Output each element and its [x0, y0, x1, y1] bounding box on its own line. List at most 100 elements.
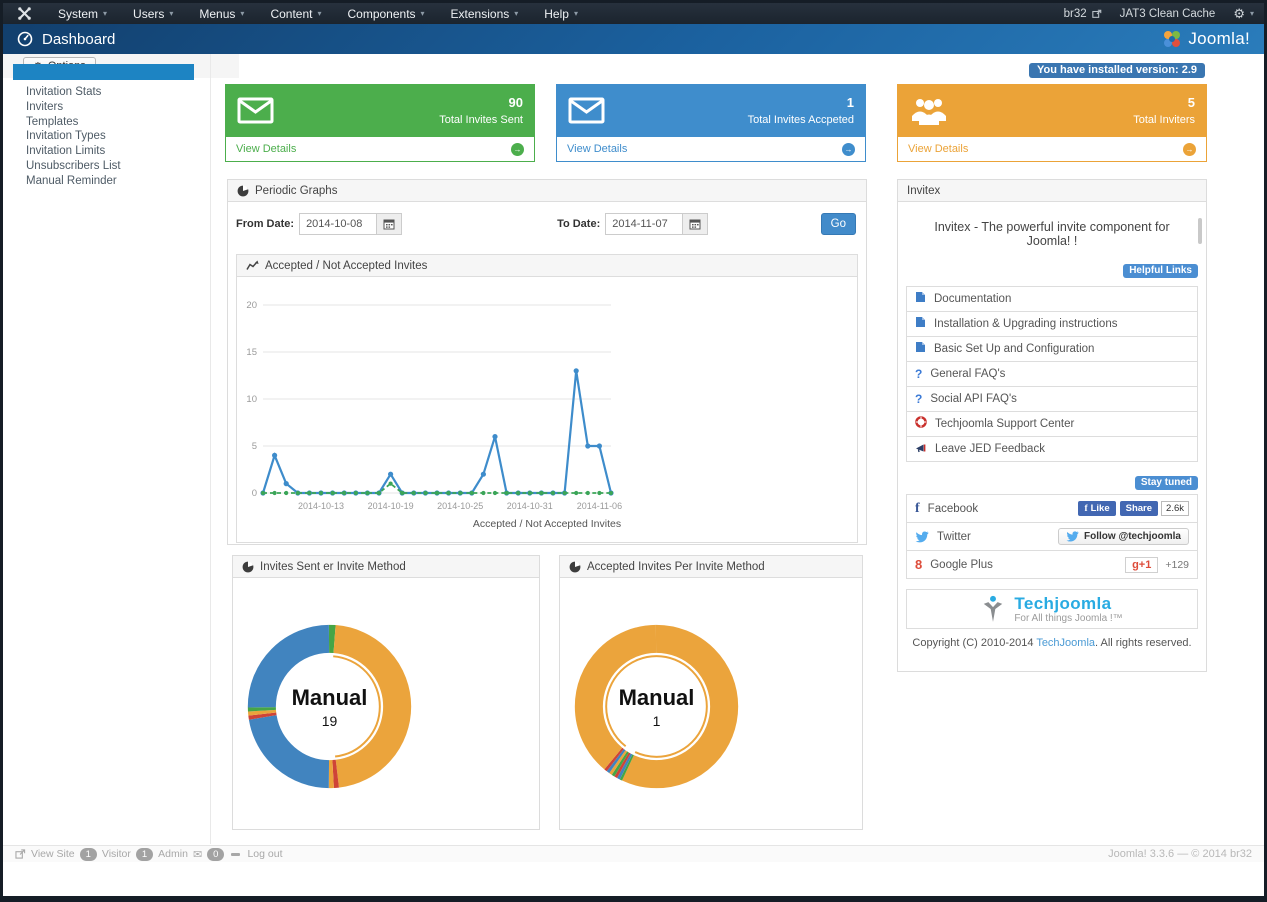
arrow-circle-icon: →	[511, 143, 524, 156]
chart-header: Accepted / Not Accepted Invites	[237, 255, 857, 277]
to-date-input[interactable]	[605, 213, 683, 235]
link-installation-upgrading-instructions[interactable]: Installation & Upgrading instructions	[906, 311, 1198, 337]
accepted-invites-donut-panel: Accepted Invites Per Invite Method Manua…	[559, 555, 863, 830]
logout-link[interactable]: Log out	[247, 848, 282, 860]
line-chart-icon	[246, 260, 259, 271]
joomla-logo-icon	[1162, 29, 1182, 49]
sidebar-item-invitation-types[interactable]: Invitation Types	[26, 129, 201, 144]
app-window: System▾Users▾Menus▾Content▾Components▾Ex…	[0, 0, 1267, 902]
sidebar-active-item[interactable]	[13, 64, 194, 80]
caret-down-icon: ▾	[317, 9, 321, 18]
card-label: Total Invites Sent	[439, 112, 523, 129]
joomla-brand: Joomla!	[1162, 29, 1250, 49]
joomla-mark-icon	[17, 6, 32, 21]
user-menu[interactable]: br32	[1064, 8, 1102, 20]
menu-content[interactable]: Content▾	[258, 5, 333, 23]
caret-down-icon: ▾	[574, 9, 578, 18]
link-techjoomla-support-center[interactable]: Techjoomla Support Center	[906, 411, 1198, 437]
panel-header: Invites Sent er Invite Method	[233, 556, 539, 578]
link-basic-set-up-and-configuration[interactable]: Basic Set Up and Configuration	[906, 336, 1198, 362]
view-site-icon	[15, 849, 26, 859]
social-list: f Facebook fLike Share 2.6k Twitter Foll	[906, 494, 1198, 579]
page-title: Dashboard	[42, 31, 115, 48]
caret-down-icon: ▾	[103, 9, 107, 18]
menu-users[interactable]: Users▾	[121, 5, 185, 23]
menu-help[interactable]: Help▾	[532, 5, 590, 23]
dashboard-gauge-icon	[17, 31, 33, 47]
cache-link[interactable]: JAT3 Clean Cache	[1120, 8, 1216, 20]
periodic-graphs-panel: Periodic Graphs From Date: To Date: Go	[227, 179, 867, 545]
google-plus-count: +129	[1165, 559, 1189, 571]
from-date-calendar-button[interactable]	[376, 213, 402, 235]
card-value: 90	[439, 93, 523, 113]
donut-chart: Manual 19	[247, 624, 412, 789]
svg-text:20: 20	[246, 300, 257, 311]
view-site-link[interactable]: View Site	[31, 848, 75, 860]
google-plusone-button[interactable]: g+1	[1125, 557, 1158, 573]
panel-header: Accepted Invites Per Invite Method	[560, 556, 862, 578]
menu-menus[interactable]: Menus▾	[187, 5, 256, 23]
users-icon	[909, 96, 949, 126]
username: br32	[1064, 8, 1087, 20]
arrow-circle-icon: →	[1183, 143, 1196, 156]
view-details-link[interactable]: View Details →	[225, 137, 535, 162]
facebook-row: f Facebook fLike Share 2.6k	[906, 494, 1198, 523]
stat-card-invites-sent: 90 Total Invites Sent View Details →	[225, 84, 535, 162]
sidebar-item-unsubscribers-list[interactable]: Unsubscribers List	[26, 159, 201, 174]
file-icon	[915, 340, 926, 358]
admin-label: Admin	[158, 848, 188, 860]
techjoomla-link[interactable]: TechJoomla	[1036, 637, 1095, 649]
helpful-links-badge: Helpful Links	[1123, 264, 1198, 278]
admin-count-badge: 1	[136, 848, 153, 861]
top-navbar: System▾Users▾Menus▾Content▾Components▾Ex…	[3, 3, 1264, 24]
carousel-scrollbar[interactable]	[1198, 218, 1202, 244]
svg-text:2014-10-25: 2014-10-25	[437, 501, 483, 511]
from-date-input[interactable]	[299, 213, 377, 235]
link-social-api-faq-s[interactable]: ?Social API FAQ's	[906, 386, 1198, 412]
card-body: 5 Total Inviters	[897, 84, 1207, 137]
svg-text:0: 0	[252, 488, 257, 499]
envelope-icon	[568, 97, 605, 124]
link-documentation[interactable]: Documentation	[906, 286, 1198, 312]
messages-envelope-icon[interactable]: ✉	[193, 848, 202, 861]
logout-icon	[231, 853, 240, 856]
sidebar-item-invitation-limits[interactable]: Invitation Limits	[26, 144, 201, 159]
twitter-bird-icon	[1066, 531, 1079, 542]
menu-components[interactable]: Components▾	[335, 5, 436, 23]
sidebar-item-templates[interactable]: Templates	[26, 115, 201, 130]
to-date-label: To Date:	[557, 218, 600, 230]
invitex-intro: Invitex - The powerful invite component …	[898, 202, 1206, 260]
view-details-link[interactable]: View Details →	[556, 137, 866, 162]
go-button[interactable]: Go	[821, 213, 856, 235]
visitor-label: Visitor	[102, 848, 131, 860]
link-leave-jed-feedback[interactable]: Leave JED Feedback	[906, 436, 1198, 462]
external-link-icon	[1092, 9, 1102, 19]
envelope-icon	[237, 97, 274, 124]
view-details-link[interactable]: View Details →	[897, 137, 1207, 162]
donut-chart: Manual 1	[574, 624, 739, 789]
sidebar-item-invitation-stats[interactable]: Invitation Stats	[26, 85, 201, 100]
to-date-calendar-button[interactable]	[682, 213, 708, 235]
sidebar-item-inviters[interactable]: Inviters	[26, 100, 201, 115]
techjoomla-logo-box[interactable]: Techjoomla For All things Joomla !™	[906, 589, 1198, 629]
card-body: 90 Total Invites Sent	[225, 84, 535, 137]
panel-title: Invitex	[907, 185, 940, 197]
menu-extensions[interactable]: Extensions▾	[439, 5, 531, 23]
sidebar-item-manual-reminder[interactable]: Manual Reminder	[26, 174, 201, 189]
line-chart-box: Accepted / Not Accepted Invites 05101520…	[236, 254, 858, 543]
panel-title: Periodic Graphs	[255, 185, 337, 197]
topbar-menus: System▾Users▾Menus▾Content▾Components▾Ex…	[46, 5, 590, 23]
panel-header: Invitex	[898, 180, 1206, 202]
techjoomla-logo-icon	[981, 595, 1005, 623]
invites-sent-donut-panel: Invites Sent er Invite Method Manual 19	[232, 555, 540, 830]
facebook-like-button[interactable]: fLike	[1078, 501, 1115, 516]
svg-text:2014-10-19: 2014-10-19	[368, 501, 414, 511]
helpful-links-list: DocumentationInstallation & Upgrading in…	[906, 286, 1198, 462]
question-icon: ?	[915, 390, 922, 408]
twitter-follow-button[interactable]: Follow @techjoomla	[1058, 528, 1189, 545]
facebook-share-button[interactable]: Share	[1120, 501, 1158, 516]
link-general-faq-s[interactable]: ?General FAQ's	[906, 361, 1198, 387]
svg-text:5: 5	[252, 441, 257, 452]
settings-menu[interactable]: ⚙ ▾	[1233, 6, 1254, 22]
menu-system[interactable]: System▾	[46, 5, 119, 23]
